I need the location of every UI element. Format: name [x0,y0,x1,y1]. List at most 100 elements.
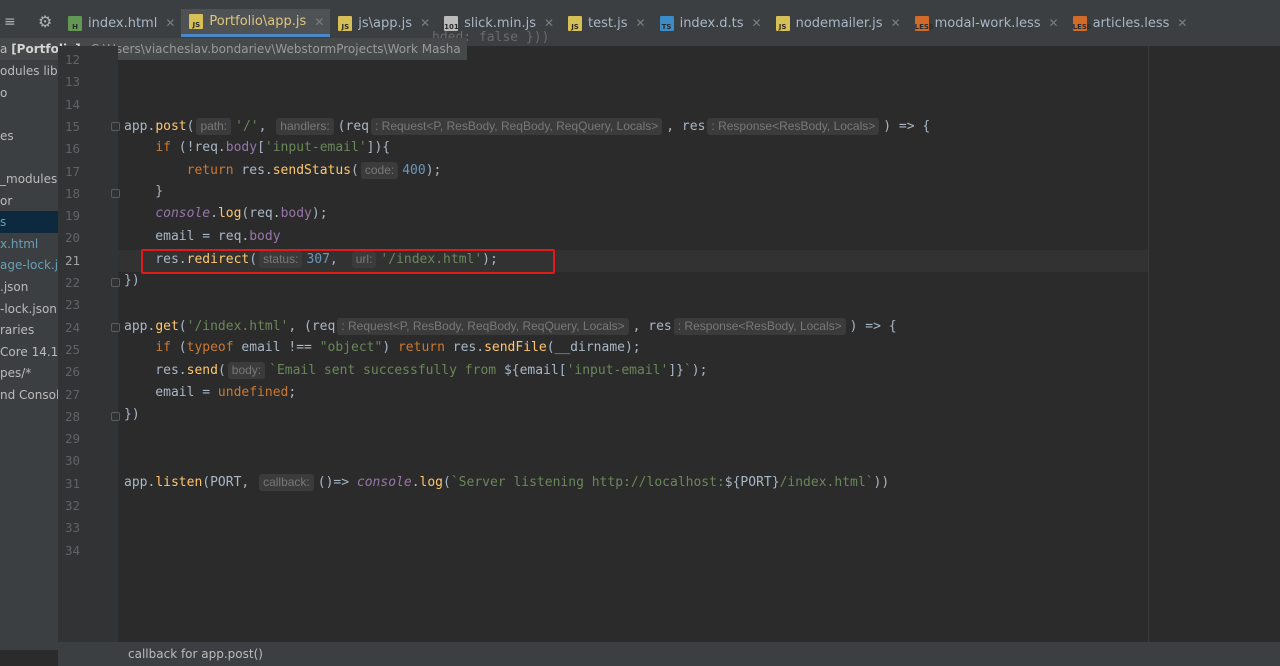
type-hint: : Response<ResBody, Locals> [707,118,880,135]
tab-2[interactable]: JS js\app.js ✕ [330,9,436,37]
js-file-icon: JS [568,15,583,31]
code-line-28: }) [124,407,140,422]
param-hint: path: [196,118,232,135]
fold-icon[interactable] [111,189,120,198]
type-hint: : Request<P, ResBody, ReqBody, ReqQuery,… [337,318,629,335]
line-number: 31 [64,475,80,491]
tab-label: Portfolio\app.js [209,14,307,29]
type-hint: : Response<ResBody, Locals> [673,318,846,335]
code-line-24: app.get('/index.html', (req: Request<P, … [124,318,897,335]
line-number: 34 [64,542,80,558]
tab-5[interactable]: TS index.d.ts ✕ [652,9,768,37]
project-tree-item[interactable]: -lock.json [0,298,57,320]
project-tree-item[interactable]: or [0,190,12,212]
tab-label: index.d.ts [679,15,744,31]
line-number: 32 [64,498,80,513]
status-bar: callback for app.post() [58,642,1280,666]
fold-icon[interactable] [111,278,120,287]
tab-0[interactable]: Hindex.html ✕ [60,9,181,37]
project-tree-item[interactable]: x.html [0,233,38,255]
tab-label: test.js [588,15,628,31]
tab-7[interactable]: LESS modal-work.less ✕ [907,9,1065,37]
code-line-31: app.listen(PORT, callback: ()=> console.l… [124,474,890,491]
code-line-27: email = undefined; [124,385,297,400]
close-icon[interactable]: ✕ [891,16,901,30]
tab-label: articles.less [1092,15,1170,31]
project-tree-panel: odules lib o es _modules or s x.html age-lock.j… [0,60,58,650]
line-number: 14 [64,96,80,112]
line-number: 21 [64,252,80,268]
close-icon[interactable]: ✕ [1177,16,1187,30]
close-icon[interactable]: ✕ [1049,16,1059,30]
highlight-annotation-box [141,249,555,274]
close-icon[interactable]: ✕ [544,16,554,30]
line-number: 13 [64,74,80,90]
line-number: 17 [64,163,80,179]
project-tree-item[interactable]: raries [0,319,34,341]
project-tree-item[interactable]: nd Console [0,384,58,406]
tab-1[interactable]: JS Portfolio\app.js ✕ [181,9,331,37]
line-number: 29 [64,431,80,447]
project-tree-item[interactable]: _modules [0,168,57,190]
line-number: 16 [64,141,80,157]
fold-icon[interactable] [111,122,120,131]
fold-icon[interactable] [111,412,120,421]
tab-6[interactable]: JS nodemailer.js ✕ [768,9,907,37]
close-icon[interactable]: ✕ [752,16,762,30]
project-tree-item[interactable]: age-lock.js [0,254,58,276]
binary-file-icon: 101 [444,15,459,31]
project-tree-item[interactable]: odules lib [0,60,58,82]
param-hint: code: [360,162,399,179]
line-number: 27 [64,386,80,402]
close-icon[interactable]: ✕ [314,15,324,29]
line-number: 28 [64,408,80,424]
code-line-19: console.log(req.body); [155,206,328,221]
fold-icon[interactable] [111,323,120,332]
js-file-icon: JS [775,15,790,31]
line-number: 33 [64,520,80,536]
code-line-18: } [124,184,164,199]
code-line-22: }) [124,273,140,288]
tab-4[interactable]: JS test.js ✕ [560,9,652,37]
line-number: 25 [64,341,80,357]
code-line-25: if (typeof email !== "object") return re… [155,340,641,355]
status-text: callback for app.post() [128,647,263,661]
close-icon[interactable]: ✕ [636,16,646,30]
tab-list: Hindex.html ✕ JS Portfolio\app.js ✕ JS js\app.… [60,9,1193,37]
project-tree-item[interactable]: pes/* [0,362,31,384]
tab-label: js\app.js [358,15,413,31]
code-line-17: return res.sendStatus(code: 400); [186,162,442,179]
line-number: 22 [64,275,80,290]
project-tree-item[interactable]: .json [0,276,28,298]
line-number: 12 [64,52,80,67]
param-hint: body: [227,362,266,379]
close-icon[interactable]: ✕ [420,16,430,30]
tab-label: slick.min.js [464,15,536,31]
line-number: 23 [64,297,80,313]
param-hint: handlers: [276,118,334,135]
project-tree-item[interactable]: Core 14.1 [0,341,58,363]
tab-8[interactable]: LESS articles.less ✕ [1065,9,1194,37]
line-number: 20 [64,230,80,246]
js-file-icon: JS [338,15,353,31]
less-file-icon: LESS [1072,15,1092,31]
breadcrumb-path: C:\Users\viacheslav.bondariev\WebstormPr… [90,42,461,56]
ts-file-icon: TS [659,15,674,31]
close-icon[interactable]: ✕ [165,16,175,30]
breadcrumb-project-prefix: a [0,42,8,56]
line-number: 26 [64,364,80,380]
gear-icon[interactable]: ⚙ [38,12,52,31]
line-number: 18 [64,185,80,201]
less-file-icon: LESS [914,15,934,31]
project-tree-item[interactable]: s [0,211,58,234]
js-file-icon: JS [189,14,204,29]
line-number: 24 [64,319,80,335]
collapse-icon[interactable]: ≡ [4,14,16,30]
line-number: 30 [64,453,80,469]
code-line-15: app.post(path: '/', handlers: (req: Reques… [124,118,931,135]
tab-label: modal-work.less [934,15,1041,31]
project-tree-item[interactable]: o [0,82,7,104]
project-tree-item[interactable]: es [0,125,14,147]
tab-label: nodemailer.js [795,15,883,31]
line-number: 15 [64,118,80,134]
